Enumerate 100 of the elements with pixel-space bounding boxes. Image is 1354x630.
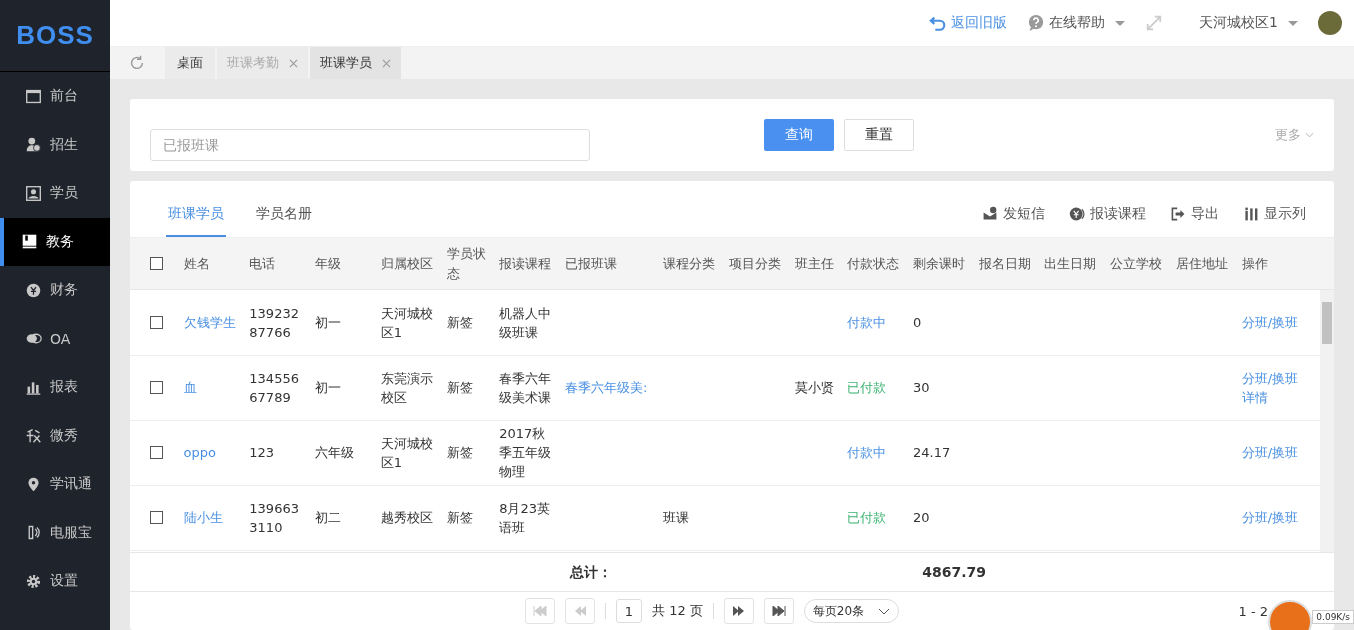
column-header: 课程分类 (662, 254, 717, 273)
yen-icon (25, 281, 42, 299)
column-header: 班主任 (793, 254, 835, 273)
column-header: 已报班课 (563, 254, 618, 273)
column-header: 报名日期 (977, 254, 1032, 273)
columns-icon (1243, 206, 1259, 223)
sidebar-item[interactable]: 前台 (0, 72, 110, 121)
student-name-link[interactable]: 欠钱学生 (183, 315, 236, 331)
page-input[interactable]: 1 (616, 599, 642, 624)
page-tab[interactable]: 班课学员 (310, 47, 401, 79)
view-tab[interactable]: 学员名册 (254, 205, 314, 238)
sidebar-item[interactable]: 设置 (0, 557, 110, 606)
column-header: 居住地址 (1174, 254, 1229, 273)
table-cell: 30 (913, 380, 930, 396)
page-summary: 1 - 2 (1238, 603, 1268, 619)
student-name-link[interactable]: 陆小生 (183, 510, 223, 526)
sms-icon (982, 206, 998, 223)
row-checkbox[interactable] (150, 381, 163, 395)
scrollbar[interactable] (1320, 290, 1334, 553)
toolbar-button[interactable]: 显示列 (1243, 205, 1306, 224)
reset-button[interactable]: 重置 (844, 119, 914, 151)
table-cell: 天河城校区1 (380, 305, 433, 340)
yen-icon (1069, 206, 1085, 223)
payment-status: 已付款 (847, 510, 887, 526)
toolbar-button[interactable]: 导出 (1170, 205, 1219, 224)
column-header: 项目分类 (727, 254, 782, 273)
action-link[interactable]: 详情 (1241, 389, 1268, 405)
first-page-icon (533, 606, 547, 617)
table-cell: 新签 (446, 315, 473, 331)
column-header: 学员状态 (445, 244, 487, 283)
toolbar-button[interactable]: 报读课程 (1069, 205, 1146, 224)
last-page-button[interactable] (763, 598, 794, 625)
portrait-icon (25, 184, 42, 202)
column-header: 操作 (1240, 254, 1269, 273)
book-icon (21, 233, 38, 251)
campus-menu[interactable]: 天河城校区1 (1199, 14, 1298, 32)
table-cell: 初一 (315, 380, 342, 396)
table-cell: 春季六年级美术课 (499, 370, 552, 405)
column-header: 年级 (314, 254, 343, 273)
table-cell: 13923287766 (249, 305, 299, 340)
sidebar-item[interactable]: 电服宝 (0, 508, 110, 557)
sidebar-item[interactable]: 微秀 (0, 411, 110, 460)
table-cell: 天河城校区1 (380, 435, 433, 470)
table-cell: 24.17 (913, 445, 951, 461)
table-cell: 新签 (446, 510, 473, 526)
total-label: 总计： (570, 563, 613, 580)
table-cell: 8月23英语班 (499, 500, 551, 535)
user-add-icon (25, 136, 42, 154)
chevron-icon (1305, 132, 1314, 138)
page-count: 共 12 页 (652, 602, 703, 621)
payment-status: 已付款 (847, 380, 887, 396)
sidebar-item[interactable]: OA (0, 314, 110, 363)
pin-icon (25, 475, 42, 493)
avatar[interactable] (1318, 11, 1342, 35)
sidebar-item[interactable]: 学员 (0, 169, 110, 218)
caret-icon (1115, 20, 1126, 26)
row-checkbox[interactable] (150, 446, 163, 460)
sidebar-item[interactable]: 报表 (0, 363, 110, 412)
next-page-button[interactable] (723, 598, 754, 625)
table-cell: 13455667789 (249, 370, 299, 405)
toolbar-button[interactable]: 发短信 (982, 205, 1045, 224)
refresh-icon[interactable] (128, 54, 146, 72)
table-cell: 越秀校区 (380, 510, 433, 526)
sidebar-item[interactable]: 招生 (0, 120, 110, 169)
table-cell: 1396633110 (249, 500, 299, 535)
back-link[interactable]: 返回旧版 (929, 14, 1008, 32)
column-header: 姓名 (182, 254, 211, 273)
total-hours: 4867.79 (922, 563, 986, 580)
table-cell: 初一 (315, 315, 342, 331)
search-field[interactable]: 已报班课 (150, 129, 590, 161)
column-header: 归属校区 (379, 254, 434, 273)
table-cell: 新签 (446, 445, 473, 461)
table-cell: 20 (913, 510, 930, 526)
next-page-icon (731, 606, 746, 617)
sidebar-item[interactable]: 教务 (0, 217, 110, 266)
payment-status: 付款中 (847, 445, 887, 461)
previous-page-icon (573, 606, 587, 617)
chevron-icon (878, 607, 891, 615)
sidebar-item[interactable]: 学讯通 (0, 460, 110, 509)
xiu-icon (25, 427, 42, 445)
table-cell: 机器人中级班课 (499, 305, 552, 340)
page-tab[interactable]: 桌面 (165, 47, 215, 79)
caret-icon (1288, 20, 1298, 26)
sidebar-item[interactable]: 财务 (0, 266, 110, 315)
table-cell: 班课 (663, 510, 690, 526)
help-menu[interactable]: 在线帮助 (1027, 14, 1126, 32)
column-header: 报读课程 (498, 254, 553, 273)
row-checkbox[interactable] (150, 316, 163, 330)
undo-icon (929, 14, 948, 32)
column-header: 电话 (248, 254, 277, 273)
row-checkbox[interactable] (150, 511, 163, 525)
table-cell: 新签 (446, 380, 473, 396)
help-icon (1027, 14, 1046, 32)
column-header: 付款状态 (846, 254, 901, 273)
select-all-checkbox[interactable] (150, 257, 163, 271)
payment-status: 付款中 (847, 315, 887, 331)
table-cell: 六年级 (315, 445, 355, 461)
column-header: 公立学校 (1109, 254, 1164, 273)
column-header: 出生日期 (1043, 254, 1098, 273)
table-cell: 东莞演示校区 (380, 370, 433, 405)
